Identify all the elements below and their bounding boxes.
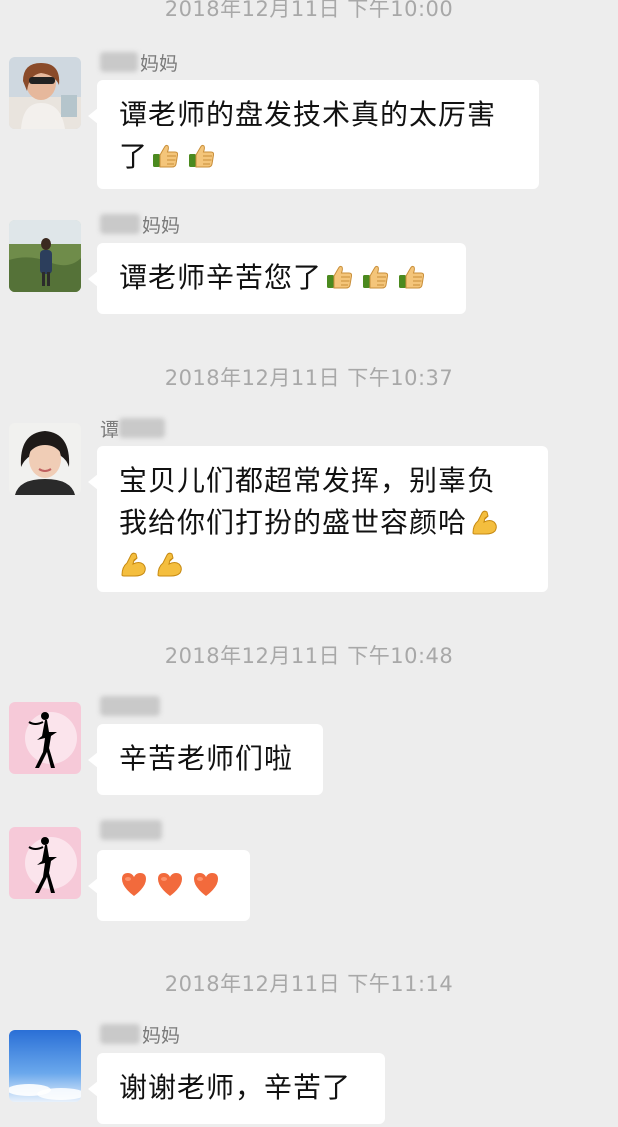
message-bubble[interactable]: 谭老师的盘发技术真的太厉害 了: [88, 80, 539, 189]
heart-icon: [155, 869, 185, 899]
timestamp: 2018年12月11日 下午10:37: [164, 366, 454, 390]
blurred-name: [100, 1024, 140, 1044]
message-text-line2: 了: [119, 136, 517, 178]
heart-icon: [191, 869, 221, 899]
emoji-row: [119, 544, 526, 586]
message-bubble[interactable]: 谢谢老师，辛苦了: [88, 1053, 385, 1124]
message-text: 谢谢老师，辛苦了: [119, 1071, 352, 1104]
timestamp: 2018年12月11日 下午11:14: [164, 972, 454, 996]
message-text: 谭老师的盘发技术真的太厉害: [119, 98, 497, 131]
thumbs-up-icon: [151, 141, 181, 171]
message-bubble[interactable]: 宝贝儿们都超常发挥，别辜负 我给你们打扮的盛世容颜哈: [88, 446, 548, 592]
sender-name: 妈妈: [100, 50, 178, 75]
sender-name: 妈妈: [100, 212, 180, 237]
sender-name: [100, 694, 162, 718]
avatar[interactable]: [9, 1030, 81, 1102]
timestamp: 2018年12月11日 下午10:48: [164, 644, 454, 668]
message-bubble[interactable]: 谭老师辛苦您了: [88, 243, 466, 314]
blurred-name: [100, 214, 140, 234]
thumbs-up-icon: [361, 262, 391, 292]
blurred-name: [119, 418, 166, 438]
message-bubble[interactable]: [88, 850, 250, 921]
flexed-biceps-icon: [470, 507, 500, 537]
avatar[interactable]: [9, 57, 81, 129]
avatar[interactable]: [9, 702, 81, 774]
sender-name: 谭: [100, 416, 167, 441]
blurred-name: [100, 696, 160, 716]
heart-icon: [119, 869, 149, 899]
message-text-line: 谭老师辛苦您了: [119, 257, 444, 299]
thumbs-up-icon: [187, 141, 217, 171]
avatar[interactable]: [9, 827, 81, 899]
avatar[interactable]: [9, 423, 81, 495]
flexed-biceps-icon: [155, 549, 185, 579]
thumbs-up-icon: [325, 262, 355, 292]
message-text: 宝贝儿们都超常发挥，别辜负: [119, 464, 497, 497]
sender-name: [100, 818, 164, 842]
blurred-name: [100, 820, 162, 840]
flexed-biceps-icon: [119, 549, 149, 579]
sender-name: 妈妈: [100, 1022, 180, 1047]
message-text: 辛苦老师们啦: [119, 742, 294, 775]
thumbs-up-icon: [397, 262, 427, 292]
message-text-line2: 我给你们打扮的盛世容颜哈: [119, 502, 526, 544]
message-bubble[interactable]: 辛苦老师们啦: [88, 724, 323, 795]
timestamp: 2018年12月11日 下午10:00: [164, 0, 454, 21]
emoji-row: [119, 864, 228, 906]
avatar[interactable]: [9, 220, 81, 292]
blurred-name: [100, 52, 138, 72]
